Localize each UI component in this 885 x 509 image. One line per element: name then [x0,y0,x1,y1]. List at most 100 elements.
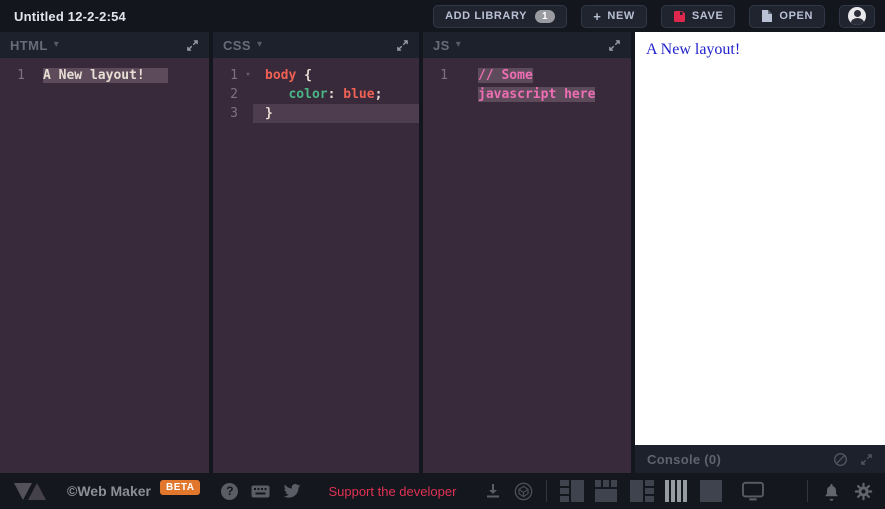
open-label: OPEN [779,10,813,22]
main-area: HTML ▾ 1A New layout! CSS ▾ 1 ▾ body {2 co… [0,32,885,473]
document-title[interactable]: Untitled 12-2-2:54 [14,9,126,24]
twitter-icon[interactable] [283,483,301,499]
html-editor[interactable]: 1 A New layout! [0,58,209,473]
console-bar[interactable]: Console (0) [635,445,885,473]
settings-gear-icon[interactable] [854,482,873,501]
expand-pane-icon[interactable] [186,39,199,52]
code-text: color: blue; [253,85,419,104]
console-label: Console (0) [647,451,722,467]
web-maker-logo [12,480,54,502]
code-text: body { [253,66,419,85]
topbar-actions: ADD LIBRARY 1 + NEW SAVE OPEN [433,4,875,28]
chevron-down-icon[interactable]: ▾ [456,40,461,50]
code-line: 1 // Some [423,66,631,85]
code-token: : [327,87,344,102]
js-pane-header: JS ▾ [423,32,631,58]
layout-editors-left-icon[interactable] [560,479,585,503]
layout-editors-right-icon[interactable] [630,479,655,503]
account-button[interactable] [839,4,875,28]
fold-gutter [243,104,253,123]
footer-right-group [807,480,873,502]
beta-badge: BETA [159,479,201,495]
css-pane-title[interactable]: CSS [223,38,251,53]
chevron-down-icon[interactable]: ▾ [257,40,262,50]
bell-gear-group [823,482,873,501]
help-icon[interactable]: ? [221,482,239,500]
line-number: 1 [230,68,238,83]
plus-icon: + [593,8,602,24]
html-pane: HTML ▾ 1 A New layout! [0,32,209,473]
layout-preview-only-icon[interactable] [700,479,724,503]
code-text: // Some [466,66,631,85]
save-floppy-icon [673,10,686,23]
user-avatar-icon [848,7,866,25]
new-button[interactable]: + NEW [581,4,647,28]
code-line: javascript here [423,85,631,104]
code-line: 1 A New layout! [0,66,209,85]
open-button[interactable]: OPEN [749,4,825,28]
line-number: 3 [230,106,238,121]
support-developer-link[interactable]: Support the developer [328,484,456,499]
add-library-button[interactable]: ADD LIBRARY 1 [433,4,568,28]
console-icons [833,452,873,467]
footer-divider [807,480,808,502]
code-token [144,68,169,83]
html-pane-title[interactable]: HTML [10,38,48,53]
code-token: javascript here [478,87,596,102]
code-line: 3} [213,104,419,123]
expand-pane-icon[interactable] [396,39,409,52]
code-text: javascript here [466,85,631,104]
new-label: NEW [607,10,635,22]
footer-toolbar: ©Web Maker BETA ? Support the developer [0,473,885,509]
js-editor[interactable]: 1 // Some javascript here [423,58,631,473]
code-token: body [265,68,297,83]
fold-gutter [243,85,253,104]
code-text: } [253,104,419,123]
js-pane-title[interactable]: JS [433,38,450,53]
footer-mid-icons [485,482,533,501]
preview-rendered-text: A New layout! [646,41,741,58]
line-number: 1 [440,68,448,83]
fold-caret-icon[interactable]: ▾ [243,66,253,85]
chevron-down-icon[interactable]: ▾ [54,40,59,50]
save-button[interactable]: SAVE [660,4,736,28]
code-token: A New layout! [43,68,145,83]
open-file-icon [761,9,773,23]
html-pane-header: HTML ▾ [0,32,209,58]
code-text: A New layout! [31,66,209,85]
code-token: ; [374,87,383,102]
clear-console-icon[interactable] [833,452,848,467]
preview-column: A New layout! Console (0) [635,32,885,473]
code-token: color [288,87,328,102]
codepen-icon[interactable] [514,482,533,501]
expand-console-icon[interactable] [860,453,873,466]
code-token: // Some [478,68,533,83]
code-token: blue [343,87,375,102]
brand-link[interactable]: ©Web Maker [67,483,151,499]
footer-divider [546,480,548,502]
fold-gutter [453,66,466,85]
css-pane: CSS ▾ 1 ▾ body {2 color: blue; 3} [213,32,419,473]
js-pane: JS ▾ 1 // Some javascript here [423,32,631,473]
layout-mode-group [560,479,765,503]
line-number: 1 [17,68,25,83]
download-icon[interactable] [485,483,501,499]
css-editor[interactable]: 1 ▾ body {2 color: blue; 3} [213,58,419,473]
code-token: } [265,106,273,121]
detached-preview-icon[interactable] [741,481,765,501]
save-label: SAVE [691,10,724,22]
css-pane-header: CSS ▾ [213,32,419,58]
fold-gutter [453,85,466,104]
code-line: 2 color: blue; [213,85,419,104]
layout-editors-top-icon[interactable] [595,479,619,503]
notifications-bell-icon[interactable] [823,482,840,501]
keyboard-shortcuts-icon[interactable] [251,485,270,498]
layout-columns-icon[interactable] [665,479,689,503]
line-number: 2 [230,87,238,102]
line-number [423,85,453,104]
code-line: 1 ▾ body { [213,66,419,85]
library-count-badge: 1 [535,9,556,23]
expand-pane-icon[interactable] [608,39,621,52]
preview-iframe[interactable]: A New layout! [635,32,885,445]
